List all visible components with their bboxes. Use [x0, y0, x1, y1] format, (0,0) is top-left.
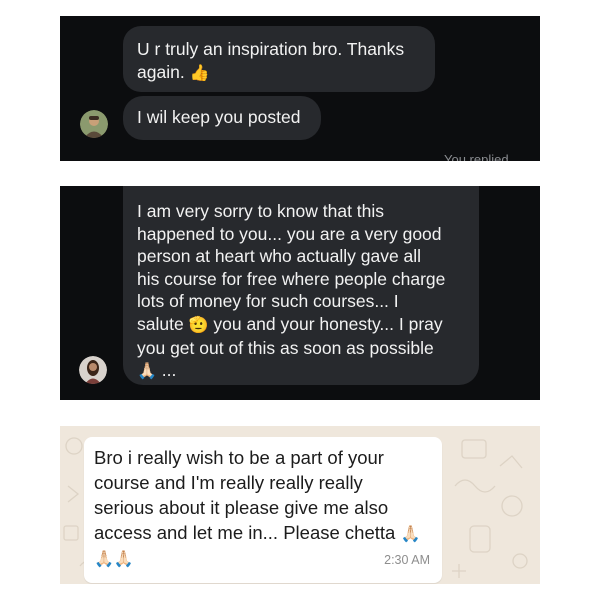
message-line: again.	[137, 61, 185, 82]
message-line: I am very sorry to know that this	[137, 201, 385, 221]
thumbs-up-icon: 👍	[189, 62, 210, 82]
avatar-icon	[79, 356, 107, 384]
avatar	[79, 356, 107, 384]
status-text: You replied	[444, 152, 509, 161]
praying-hands-icon: 🙏🏻🙏🏻	[94, 549, 134, 568]
message-bubble-inspiration: U r truly an inspiration bro. Thanks aga…	[123, 26, 435, 92]
message-line: you and your honesty... I pray	[213, 313, 443, 334]
message-bubble-request: Bro i really wish to be a part of your c…	[84, 437, 442, 583]
message-line: ...	[161, 360, 177, 381]
message-line: Bro i really wish to be a part of your	[94, 447, 384, 468]
chat-screenshot-2: I am very sorry to know that this happen…	[60, 186, 540, 400]
message-line: happened to you... you are a very good	[137, 223, 442, 244]
message-line: access and let me in... Please chetta	[94, 522, 396, 543]
avatar-icon	[80, 110, 108, 138]
praying-hands-icon: 🙏🏻	[400, 524, 421, 543]
message-bubble-sorry: I am very sorry to know that this happen…	[123, 186, 479, 385]
message-line: his course for free where people charge	[137, 268, 446, 289]
salute-icon: 🫡	[188, 314, 209, 334]
message-line: salute	[137, 313, 184, 334]
message-timestamp: 2:30 AM	[384, 553, 430, 567]
message-line: lots of money for such courses... I	[137, 291, 399, 312]
message-text: I wil keep you posted	[137, 107, 301, 127]
message-bubble-keep-posted: I wil keep you posted	[123, 96, 321, 140]
message-line: person at heart who actually gave all	[137, 246, 422, 267]
chat-screenshot-3: Bro i really wish to be a part of your c…	[60, 426, 540, 584]
praying-hands-icon: 🙏🏻	[137, 361, 157, 381]
message-line: course and I'm really really really	[94, 472, 363, 493]
message-line: serious about it please give me also	[94, 497, 389, 518]
message-line: you get out of this as soon as possible	[137, 337, 434, 358]
avatar	[80, 110, 108, 138]
chat-screenshot-1: U r truly an inspiration bro. Thanks aga…	[60, 16, 540, 161]
message-line: U r truly an inspiration bro. Thanks	[137, 39, 405, 59]
